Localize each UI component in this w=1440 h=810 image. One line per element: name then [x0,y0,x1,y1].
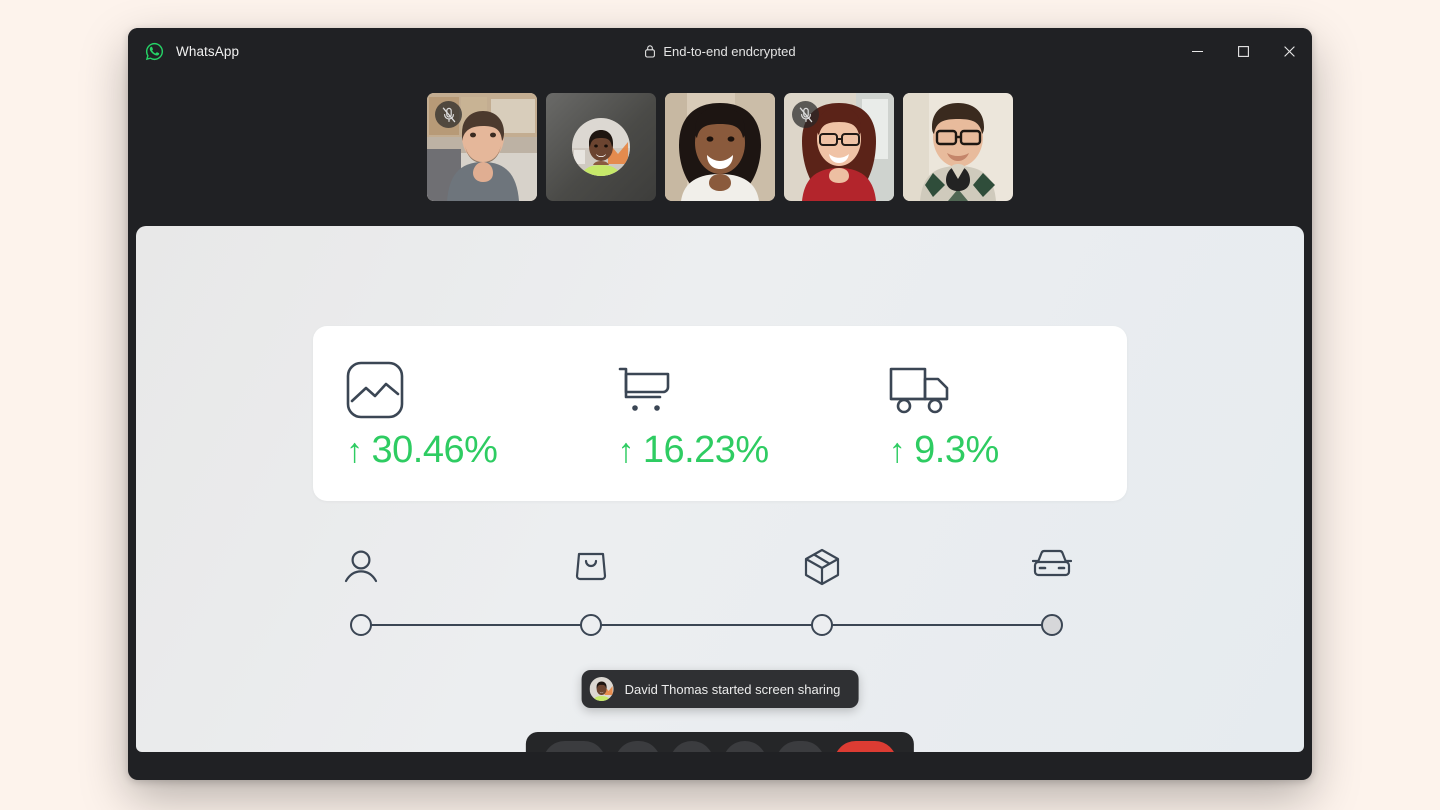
shopping-cart-icon [617,359,855,421]
stat-value: ↑ 16.23% [617,431,855,469]
stat-percent: 9.3% [914,428,999,471]
microphone-muted-icon [435,101,462,128]
stepper-icons [344,548,1073,602]
whatsapp-logo-icon [144,41,165,62]
titlebar-brand: WhatsApp [128,41,239,62]
participant-tile[interactable] [665,93,775,201]
stepper-node[interactable] [580,614,602,636]
close-button[interactable] [1266,28,1312,74]
trend-up-arrow-icon: ↑ [346,431,363,470]
microphone-button[interactable] [669,741,714,752]
minimize-button[interactable] [1174,28,1220,74]
avatar [589,677,614,701]
screen-share-toast: David Thomas started screen sharing [581,670,859,708]
stat-value: ↑ 30.46% [346,431,584,469]
trend-up-arrow-icon: ↑ [888,431,906,470]
stepper-node[interactable] [811,614,833,636]
person-icon [344,548,378,591]
participant-tile[interactable] [546,93,656,201]
trend-up-arrow-icon: ↑ [617,431,634,470]
stat-item: ↑ 30.46% [313,326,584,501]
car-icon [1031,548,1073,585]
app-title: WhatsApp [176,43,240,59]
shared-screen-stage: ↑ 30.46% ↑ 16.23% ↑ 9.3% David Thomas st… [136,226,1304,752]
stat-item: ↑ 16.23% [584,326,855,501]
participant-tile[interactable] [784,93,894,201]
stepper-node[interactable] [1041,614,1063,636]
stats-card: ↑ 30.46% ↑ 16.23% ↑ 9.3% [313,326,1127,501]
participant-tile[interactable] [427,93,537,201]
call-control-bar: 5 [525,732,915,752]
stat-value: ↑ 9.3% [889,431,1127,469]
stepper-node[interactable] [350,614,372,636]
lock-icon [644,44,656,58]
window-titlebar: WhatsApp End-to-end endcrypted [128,28,1312,74]
stat-percent: 30.46% [371,428,498,471]
window-controls [1174,28,1312,74]
order-progress-stepper [344,548,1073,640]
encryption-label: End-to-end endcrypted [663,43,796,59]
chart-image-icon [346,359,584,421]
avatar [572,118,630,176]
stat-percent: 16.23% [642,428,769,471]
toast-message: David Thomas started screen sharing [624,681,841,697]
delivery-truck-icon [889,359,1127,421]
encryption-indicator: End-to-end endcrypted [128,28,1312,74]
participant-tile[interactable] [903,93,1013,201]
whatsapp-call-window: WhatsApp End-to-end endcrypted ↑ 30.46% … [128,28,1312,780]
shopping-bag-icon [575,548,607,587]
microphone-muted-icon [792,101,819,128]
stepper-rail [361,624,1051,626]
camera-button[interactable] [614,741,661,752]
participants-button[interactable]: 5 [542,741,606,752]
package-box-icon [804,548,840,591]
more-options-button[interactable]: ··· [775,741,826,752]
participant-filmstrip [128,74,1312,220]
share-screen-button[interactable] [722,741,767,752]
end-call-button[interactable] [834,741,898,752]
stat-item: ↑ 9.3% [856,326,1127,501]
maximize-button[interactable] [1220,28,1266,74]
